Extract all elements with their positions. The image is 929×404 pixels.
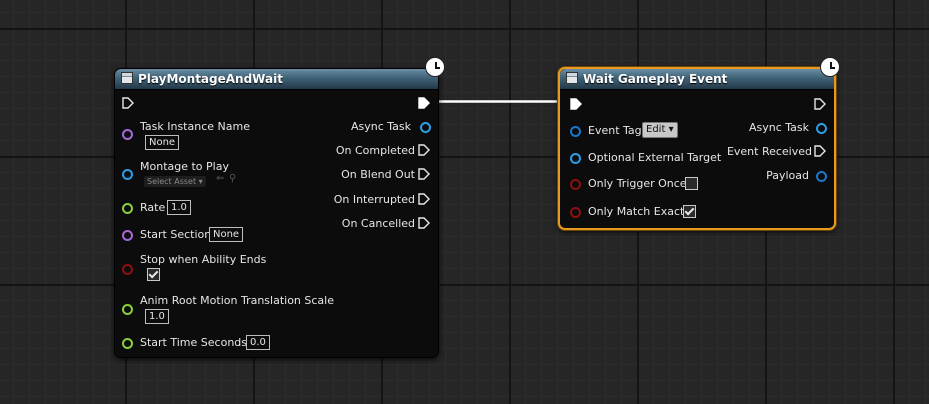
on-interrupted-exec-pin[interactable]: [418, 193, 430, 205]
anim-root-motion-label: Anim Root Motion Translation Scale: [140, 294, 334, 307]
stop-when-ability-ends-label: Stop when Ability Ends: [140, 253, 267, 266]
event-tag-label: Event Tag: [588, 124, 642, 137]
on-blend-out-exec-pin[interactable]: [418, 168, 430, 180]
event-tag-edit-button[interactable]: Edit ▾: [642, 122, 678, 138]
async-task-output-label: Async Task: [350, 120, 411, 133]
rate-label: Rate: [140, 201, 166, 214]
anim-root-motion-field[interactable]: 1.0: [145, 309, 169, 324]
exec-in-pin[interactable]: [570, 98, 582, 110]
start-section-label: Start Section: [140, 228, 212, 241]
node-title: Wait Gameplay Event: [583, 72, 728, 86]
payload-label: Payload: [766, 169, 809, 182]
task-instance-name-field[interactable]: None: [145, 135, 180, 150]
anim-root-motion-pin[interactable]: [122, 304, 133, 315]
node-header[interactable]: Wait Gameplay Event: [560, 69, 834, 90]
montage-to-play-label: Montage to Play: [140, 160, 229, 173]
event-received-exec-pin[interactable]: [814, 145, 826, 157]
only-match-exact-checkbox[interactable]: [683, 205, 696, 218]
async-task-output-label: Async Task: [748, 121, 809, 134]
async-task-output-pin[interactable]: [420, 122, 431, 133]
event-received-label: Event Received: [726, 145, 812, 158]
select-asset-text: Select Asset: [147, 177, 197, 186]
on-blend-out-label: On Blend Out: [341, 168, 415, 181]
optional-external-target-pin[interactable]: [570, 153, 581, 164]
only-trigger-once-pin[interactable]: [570, 179, 581, 190]
task-instance-name-pin[interactable]: [122, 129, 133, 140]
select-asset-dropdown[interactable]: Select Asset ▾: [144, 176, 206, 187]
stop-when-ability-ends-checkbox[interactable]: [147, 268, 160, 281]
rate-field[interactable]: 1.0: [167, 200, 191, 215]
play-montage-and-wait-node[interactable]: PlayMontageAndWait Task Instance Name No…: [114, 68, 439, 358]
task-instance-name-label: Task Instance Name: [140, 120, 250, 133]
stop-when-ability-ends-pin[interactable]: [122, 264, 133, 275]
only-trigger-once-label: Only Trigger Once: [588, 177, 687, 190]
function-node-icon: [566, 72, 578, 84]
optional-external-target-label: Optional External Target: [588, 151, 722, 164]
start-time-seconds-label: Start Time Seconds: [140, 336, 247, 349]
use-selected-arrow-icon[interactable]: ⇐: [216, 173, 224, 184]
latent-clock-icon: [425, 57, 445, 77]
event-tag-pin[interactable]: [570, 126, 581, 137]
only-trigger-once-checkbox[interactable]: [685, 177, 698, 190]
start-section-pin[interactable]: [122, 230, 133, 241]
on-cancelled-exec-pin[interactable]: [418, 217, 430, 229]
rate-pin[interactable]: [122, 203, 133, 214]
start-time-seconds-field[interactable]: 0.0: [246, 335, 270, 350]
async-task-output-pin[interactable]: [816, 123, 827, 134]
node-title: PlayMontageAndWait: [138, 72, 283, 86]
exec-in-pin[interactable]: [122, 97, 134, 109]
start-time-seconds-pin[interactable]: [122, 338, 133, 349]
on-completed-exec-pin[interactable]: [418, 144, 430, 156]
on-interrupted-label: On Interrupted: [333, 193, 415, 206]
dropdown-arrow-icon: ▾: [198, 177, 203, 186]
wait-gameplay-event-node[interactable]: Wait Gameplay Event Event Tag Edit ▾ Opt…: [558, 67, 836, 230]
on-cancelled-label: On Cancelled: [341, 217, 415, 230]
only-match-exact-label: Only Match Exact: [588, 205, 685, 218]
start-section-field[interactable]: None: [209, 227, 244, 242]
browse-search-icon[interactable]: ⚲: [229, 173, 236, 184]
payload-pin[interactable]: [816, 171, 827, 182]
exec-out-pin[interactable]: [418, 97, 430, 109]
latent-clock-icon: [820, 57, 840, 77]
function-node-icon: [121, 72, 133, 84]
only-match-exact-pin[interactable]: [570, 207, 581, 218]
on-completed-label: On Completed: [335, 144, 415, 157]
montage-to-play-pin[interactable]: [122, 169, 133, 180]
edit-button-label: Edit: [646, 124, 666, 135]
dropdown-arrow-icon: ▾: [668, 124, 674, 135]
node-header[interactable]: PlayMontageAndWait: [115, 69, 438, 90]
exec-out-pin[interactable]: [814, 98, 826, 110]
